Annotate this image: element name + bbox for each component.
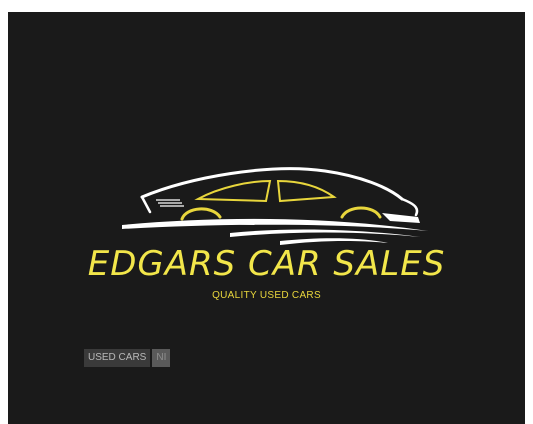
brand-name: EDGARS CAR SALES [87, 244, 446, 284]
brand-tagline: QUALITY USED CARS [212, 290, 321, 301]
car-silhouette-icon [122, 167, 428, 245]
logo-banner: EDGARS CAR SALES QUALITY USED CARS USED … [8, 12, 525, 424]
used-cars-badge[interactable]: USED CARS NI [84, 349, 171, 367]
badge-label: USED CARS [84, 349, 151, 367]
badge-region: NI [152, 349, 171, 367]
